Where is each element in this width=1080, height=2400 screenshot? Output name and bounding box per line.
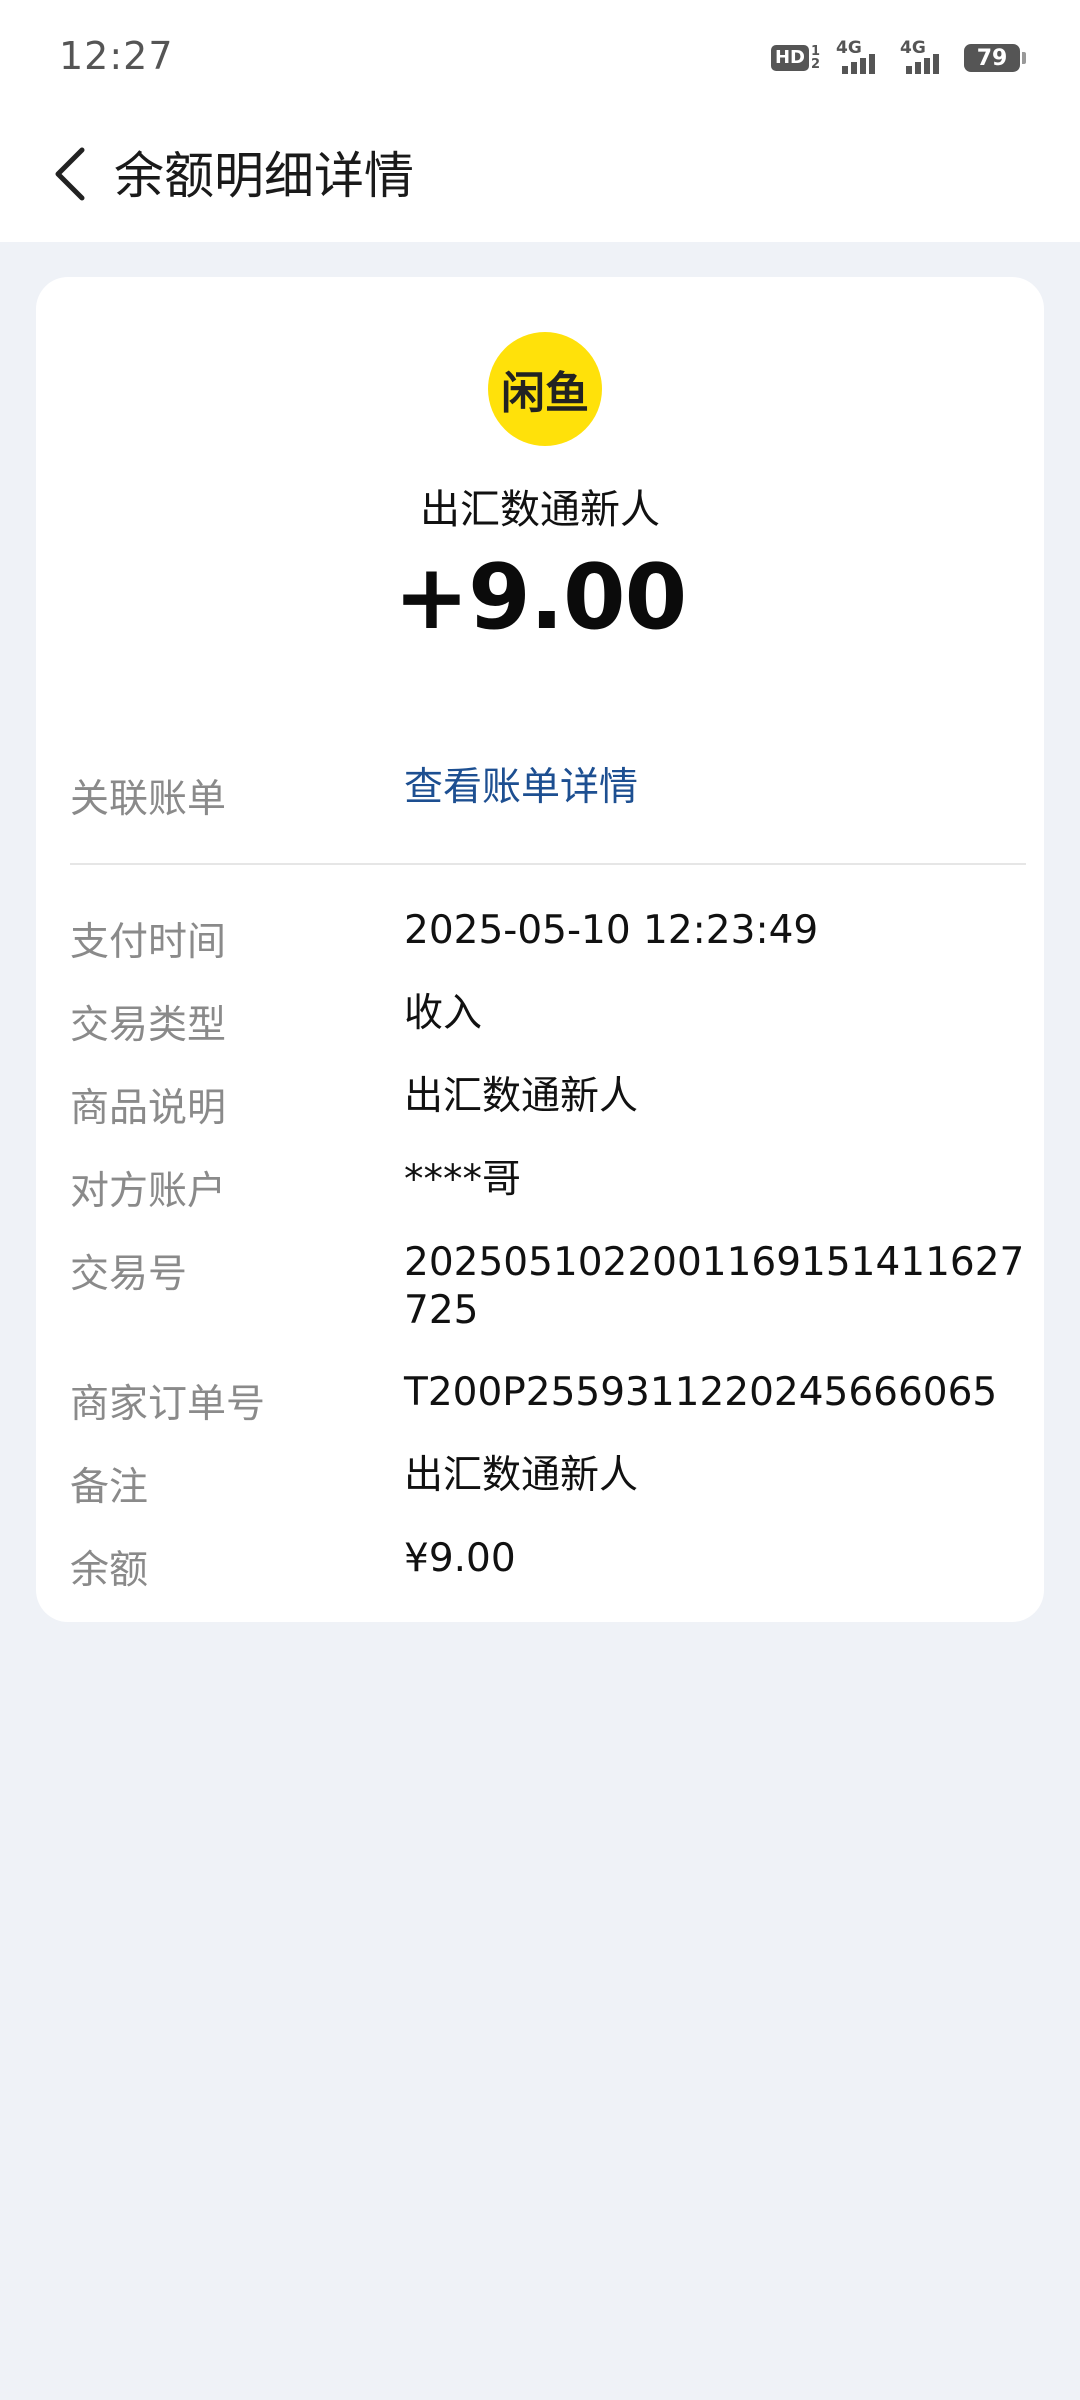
signal-bars xyxy=(906,54,939,74)
hd-sim-2: 2 xyxy=(810,57,820,72)
status-time: 12:27 xyxy=(59,34,174,78)
detail-value-balance: ¥9.00 xyxy=(404,1536,516,1581)
detail-label-type: 交易类型 xyxy=(70,1003,227,1048)
detail-label-pay-time: 支付时间 xyxy=(70,920,227,965)
detail-label-counterparty: 对方账户 xyxy=(70,1169,227,1214)
hd-voice-icon: HD 1 2 xyxy=(770,45,820,71)
back-button[interactable] xyxy=(30,134,110,214)
detail-value-type: 收入 xyxy=(404,991,483,1036)
status-bar: 12:27 HD 1 2 4G 4G 79 xyxy=(0,0,1080,110)
hd-label: HD xyxy=(770,45,809,71)
detail-value-order-no[interactable]: T200P2559311220245666065 xyxy=(404,1369,1044,1417)
detail-value-transaction-no[interactable]: 2025051022001169151411627725 xyxy=(404,1239,1044,1335)
signal-strength-icon: 4G xyxy=(836,38,884,76)
view-bill-details-link[interactable]: 查看账单详情 xyxy=(404,764,1044,812)
battery-icon: 79 xyxy=(964,44,1026,72)
detail-label-remark: 备注 xyxy=(70,1465,149,1510)
battery-level: 79 xyxy=(976,45,1008,71)
chevron-left-icon xyxy=(55,147,85,201)
divider xyxy=(70,863,1026,865)
transaction-detail-card: 闲鱼 出汇数通新人 +9.00 关联账单 查看账单详情 支付时间 2025-05… xyxy=(36,277,1044,1622)
detail-label-transaction-no: 交易号 xyxy=(70,1252,188,1297)
merchant-logo: 闲鱼 xyxy=(488,332,602,446)
detail-value-counterparty: ****哥 xyxy=(404,1157,522,1202)
linked-bill-label: 关联账单 xyxy=(70,777,227,822)
signal-strength-icon: 4G xyxy=(900,38,948,76)
signal-bars xyxy=(842,54,875,74)
page-title: 余额明细详情 xyxy=(114,147,414,205)
status-icons: HD 1 2 4G 4G 79 xyxy=(770,38,1026,78)
detail-label-product: 商品说明 xyxy=(70,1086,227,1131)
detail-label-order-no: 商家订单号 xyxy=(70,1382,266,1427)
hd-sim-numbers: 1 2 xyxy=(811,45,820,71)
detail-value-pay-time: 2025-05-10 12:23:49 xyxy=(404,908,819,953)
detail-value-product: 出汇数通新人 xyxy=(404,1074,639,1119)
merchant-name: 出汇数通新人 xyxy=(420,487,660,533)
nav-bar: 余额明细详情 xyxy=(0,110,1080,242)
transaction-amount: +9.00 xyxy=(393,545,687,650)
detail-label-balance: 余额 xyxy=(70,1548,149,1593)
detail-value-remark: 出汇数通新人 xyxy=(404,1453,639,1498)
merchant-logo-text: 闲鱼 xyxy=(501,368,589,419)
